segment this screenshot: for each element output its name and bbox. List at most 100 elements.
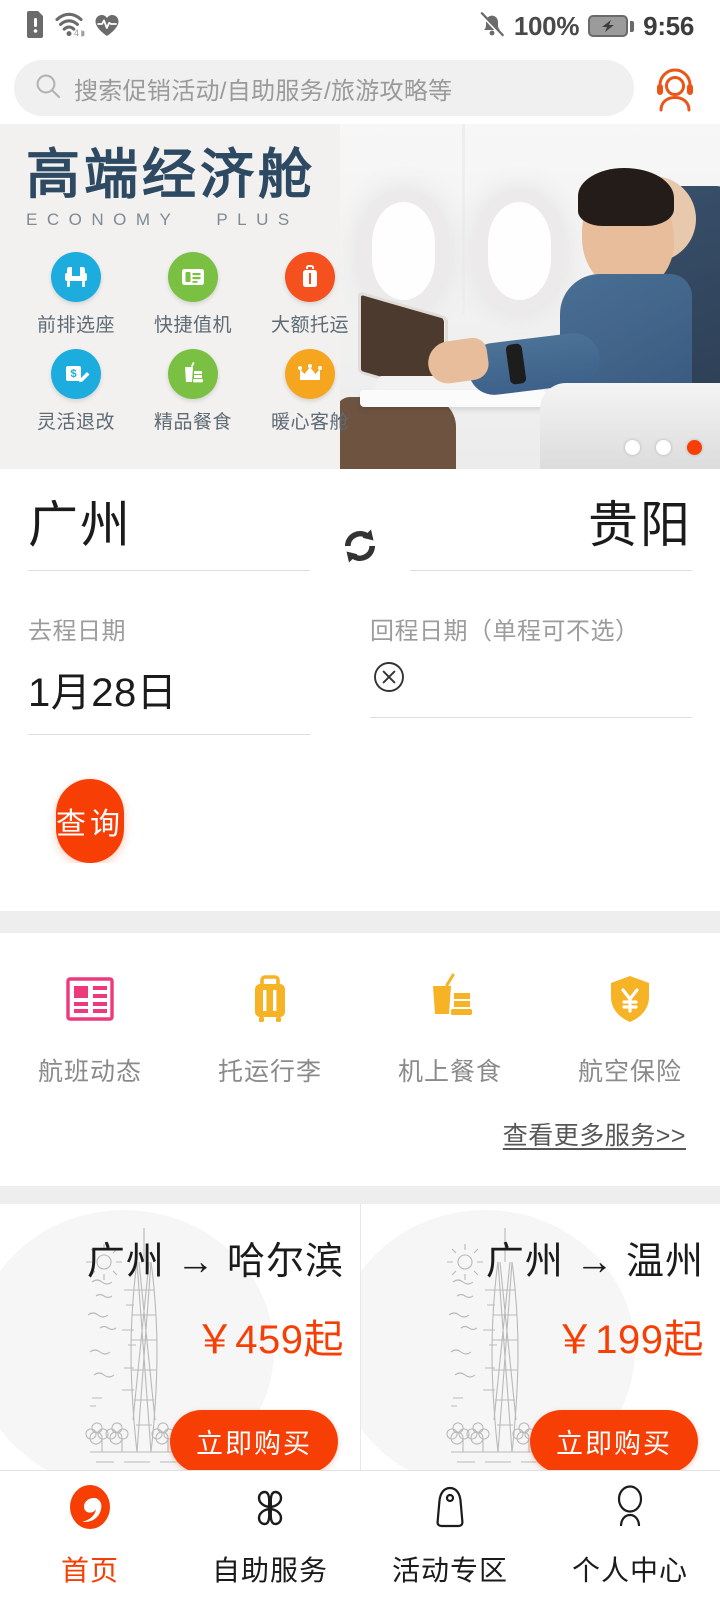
tab-home[interactable]: 首页 xyxy=(0,1471,180,1600)
checked-baggage-icon xyxy=(240,969,300,1034)
buy-now-button[interactable]: 立即购买 xyxy=(170,1410,338,1473)
boarding-pass-icon xyxy=(168,252,218,303)
banner-feature-label: 大额托运 xyxy=(270,315,349,337)
tab-promotions-zone[interactable]: 活动专区 xyxy=(360,1471,540,1600)
banner-content: 高端经济舱 ECONOMY PLUS 前排选座 快捷值机 大额托运 $ 灵活退改… xyxy=(0,124,370,469)
self-service-icon xyxy=(244,1482,296,1539)
destination-city-value: 贵阳 xyxy=(588,497,692,553)
promotions-zone-icon xyxy=(424,1482,476,1539)
depart-date-field[interactable]: 去程日期 1月28日 xyxy=(28,611,310,735)
service-item-flight-status[interactable]: 航班动态 xyxy=(0,969,180,1088)
carousel-dot-active[interactable] xyxy=(687,440,702,455)
section-divider xyxy=(0,911,720,933)
banner-title: 高端经济舱 xyxy=(26,145,316,205)
sim-alert-icon xyxy=(26,10,45,43)
service-label: 机上餐食 xyxy=(397,1058,502,1086)
svg-text:4: 4 xyxy=(74,28,79,38)
banner-feature-item[interactable]: $ 灵活退改 xyxy=(26,349,126,434)
carousel-pagination[interactable] xyxy=(625,440,702,455)
search-icon xyxy=(34,72,62,105)
depart-date-value: 1月28日 xyxy=(28,671,178,715)
promotion-price: ￥199起 xyxy=(554,1318,704,1362)
banner-feature-label: 前排选座 xyxy=(36,315,115,337)
tab-user-profile[interactable]: 个人中心 xyxy=(540,1471,720,1600)
tab-label: 活动专区 xyxy=(391,1555,508,1586)
refund-edit-icon: $ xyxy=(51,349,101,400)
service-item-inflight-meal[interactable]: 机上餐食 xyxy=(360,969,540,1088)
origin-city-value: 广州 xyxy=(28,497,132,553)
tab-self-service[interactable]: 自助服务 xyxy=(180,1471,360,1600)
banner-feature-item[interactable]: 大额托运 xyxy=(260,252,360,337)
bell-muted-icon xyxy=(479,10,505,43)
promotion-card[interactable]: 广州 → 哈尔滨 ￥459起 立即购买 xyxy=(0,1204,360,1491)
promo-banner-carousel[interactable]: 高端经济舱 ECONOMY PLUS 前排选座 快捷值机 大额托运 $ 灵活退改… xyxy=(0,124,720,469)
banner-photo xyxy=(340,124,720,469)
banner-feature-label: 暖心客舱 xyxy=(270,412,349,434)
battery-charging-icon xyxy=(588,15,635,37)
destination-city-field[interactable]: 贵阳 xyxy=(410,493,692,571)
wifi-4g-icon: 4 xyxy=(54,10,85,43)
banner-feature-item[interactable]: 精品餐食 xyxy=(143,349,243,434)
seat-icon xyxy=(51,252,101,303)
services-row: 航班动态 托运行李 机上餐食 航空保险 xyxy=(0,969,720,1088)
origin-city-field[interactable]: 广州 xyxy=(28,493,310,571)
banner-feature-label: 灵活退改 xyxy=(36,412,115,434)
banner-feature-item[interactable]: 快捷值机 xyxy=(143,252,243,337)
promotions-row: 广州 → 哈尔滨 ￥459起 立即购买 广州 → 温州 ￥199起 立即购买 xyxy=(0,1204,720,1491)
field-underline xyxy=(28,734,310,735)
section-divider xyxy=(0,1186,720,1204)
swap-arrows-icon xyxy=(345,529,375,563)
banner-feature-label: 精品餐食 xyxy=(153,412,232,434)
user-profile-icon xyxy=(604,1482,656,1539)
banner-feature-item[interactable]: 前排选座 xyxy=(26,252,126,337)
search-placeholder: 搜索促销活动/自助服务/旅游攻略等 xyxy=(74,77,453,105)
more-services-label: 查看更多服务>> xyxy=(502,1122,686,1150)
crown-icon xyxy=(285,349,335,400)
service-item-checked-baggage[interactable]: 托运行李 xyxy=(180,969,360,1088)
bottom-tab-bar: 首页 自助服务 活动专区 个人中心 xyxy=(0,1470,720,1600)
carousel-dot[interactable] xyxy=(656,440,671,455)
tab-label: 自助服务 xyxy=(211,1555,328,1586)
field-underline xyxy=(410,570,692,571)
svg-text:$: $ xyxy=(70,368,76,380)
status-bar-right-icons: 100% 9:56 xyxy=(479,10,694,43)
banner-subtitle-left: ECONOMY xyxy=(26,210,181,230)
tab-label: 个人中心 xyxy=(571,1555,688,1586)
banner-feature-item[interactable]: 暖心客舱 xyxy=(260,349,360,434)
clock-time: 9:56 xyxy=(643,10,694,41)
field-underline xyxy=(370,717,692,718)
field-underline xyxy=(28,570,310,571)
search-input[interactable]: 搜索促销活动/自助服务/旅游攻略等 xyxy=(14,60,634,116)
banner-feature-grid: 前排选座 快捷值机 大额托运 $ 灵活退改 精品餐食 暖心客舱 xyxy=(26,252,370,434)
spacer xyxy=(0,863,720,911)
service-label: 航班动态 xyxy=(37,1058,142,1086)
search-row: 搜索促销活动/自助服务/旅游攻略等 xyxy=(0,52,720,124)
battery-percent: 100% xyxy=(513,10,580,41)
clear-circle-icon[interactable] xyxy=(370,658,692,701)
more-services-link[interactable]: 查看更多服务>> xyxy=(0,1088,720,1178)
return-date-field[interactable]: 回程日期（单程可不选） xyxy=(370,611,692,735)
promotion-card[interactable]: 广州 → 温州 ￥199起 立即购买 xyxy=(360,1204,720,1491)
service-label: 托运行李 xyxy=(217,1058,322,1086)
banner-feature-label: 快捷值机 xyxy=(153,315,232,337)
luggage-icon xyxy=(285,252,335,303)
flight-search-form: 广州 贵阳 去程日期 1月28日 回程日期（单程可不选） 查询 xyxy=(0,469,720,863)
services-section: 航班动态 托运行李 机上餐食 航空保险 查看更多服务>> xyxy=(0,933,720,1186)
tab-label: 首页 xyxy=(60,1555,119,1586)
promotion-price: ￥459起 xyxy=(194,1318,344,1362)
flight-status-icon xyxy=(60,969,120,1034)
status-bar: 4 100% 9:56 xyxy=(0,0,720,52)
carousel-dot[interactable] xyxy=(625,440,640,455)
service-item-insurance[interactable]: 航空保险 xyxy=(540,969,720,1088)
service-label: 航空保险 xyxy=(577,1058,682,1086)
status-bar-left-icons: 4 xyxy=(26,10,120,43)
buy-now-button[interactable]: 立即购买 xyxy=(530,1410,698,1473)
banner-subtitle: ECONOMY PLUS xyxy=(26,210,370,230)
health-heart-icon xyxy=(94,13,120,43)
promotion-route: 广州 → 温州 xyxy=(485,1241,704,1283)
promotion-route: 广州 → 哈尔滨 xyxy=(86,1241,344,1283)
search-flights-button[interactable]: 查询 xyxy=(56,779,124,863)
depart-date-label: 去程日期 xyxy=(28,618,126,645)
customer-service-icon[interactable] xyxy=(644,57,706,119)
swap-cities-button[interactable] xyxy=(310,493,410,571)
